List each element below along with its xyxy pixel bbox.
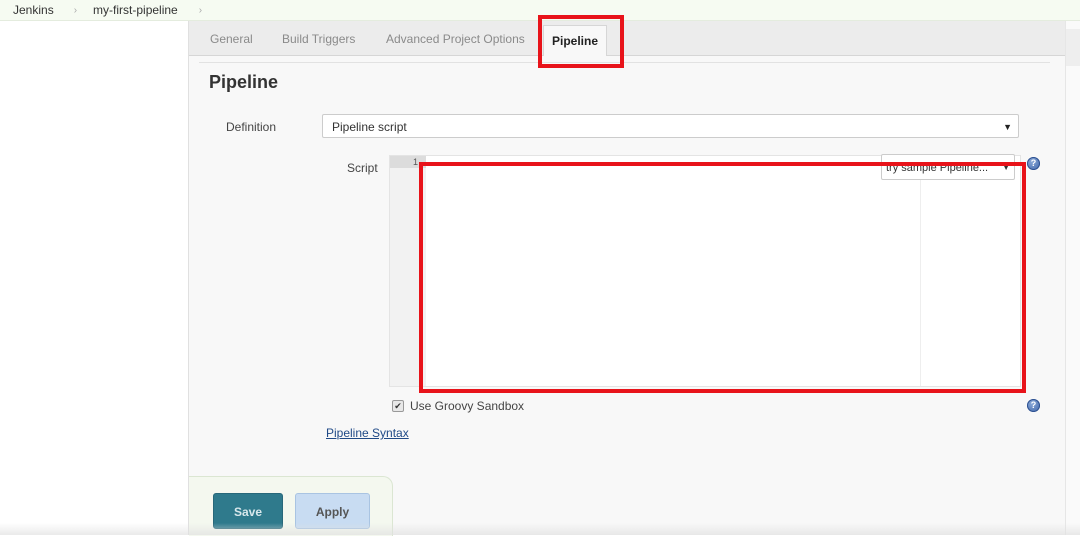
scrollbar[interactable] xyxy=(1066,21,1080,535)
dropdown-arrow-icon: ▼ xyxy=(1003,122,1012,132)
breadcrumb-separator[interactable]: › xyxy=(74,5,77,16)
scrollbar-thumb[interactable] xyxy=(1066,29,1080,66)
pipeline-syntax-link[interactable]: Pipeline Syntax xyxy=(326,426,409,440)
breadcrumb-jenkins[interactable]: Jenkins xyxy=(13,3,54,17)
help-icon[interactable]: ? xyxy=(1027,157,1040,170)
sample-pipeline-select[interactable]: try sample Pipeline... ▼ xyxy=(881,154,1015,180)
groovy-sandbox-label: Use Groovy Sandbox xyxy=(410,399,525,413)
groovy-sandbox-row: ✔ Use Groovy Sandbox xyxy=(392,399,524,413)
config-panel: General Build Triggers Advanced Project … xyxy=(188,21,1066,536)
tab-pipeline[interactable]: Pipeline xyxy=(543,25,608,56)
script-label: Script xyxy=(347,161,378,175)
definition-label: Definition xyxy=(226,120,277,134)
breadcrumb-my-first-pipeline[interactable]: my-first-pipeline xyxy=(93,3,178,17)
tab-general[interactable]: General xyxy=(210,32,253,46)
breadcrumb-separator[interactable]: › xyxy=(199,5,202,16)
breadcrumb: Jenkins › my-first-pipeline › xyxy=(0,0,1080,21)
editor-print-margin xyxy=(920,156,921,386)
dropdown-arrow-icon: ▼ xyxy=(1002,163,1010,172)
config-tabbar: General Build Triggers Advanced Project … xyxy=(189,21,1065,56)
sample-pipeline-select-value: try sample Pipeline... xyxy=(886,162,989,174)
tab-build-triggers[interactable]: Build Triggers xyxy=(282,32,355,46)
editor-gutter: 1 xyxy=(390,156,426,386)
definition-select[interactable]: Pipeline script ▼ xyxy=(322,114,1019,138)
line-number: 1 xyxy=(390,156,426,168)
divider xyxy=(199,62,1050,63)
groovy-sandbox-checkbox[interactable]: ✔ xyxy=(392,400,404,412)
section-title: Pipeline xyxy=(209,72,279,92)
definition-select-value: Pipeline script xyxy=(332,120,407,134)
bottom-shadow xyxy=(0,523,1080,535)
tab-advanced-project-options[interactable]: Advanced Project Options xyxy=(386,32,525,46)
script-editor[interactable]: 1 xyxy=(389,155,1021,387)
help-icon[interactable]: ? xyxy=(1027,399,1040,412)
